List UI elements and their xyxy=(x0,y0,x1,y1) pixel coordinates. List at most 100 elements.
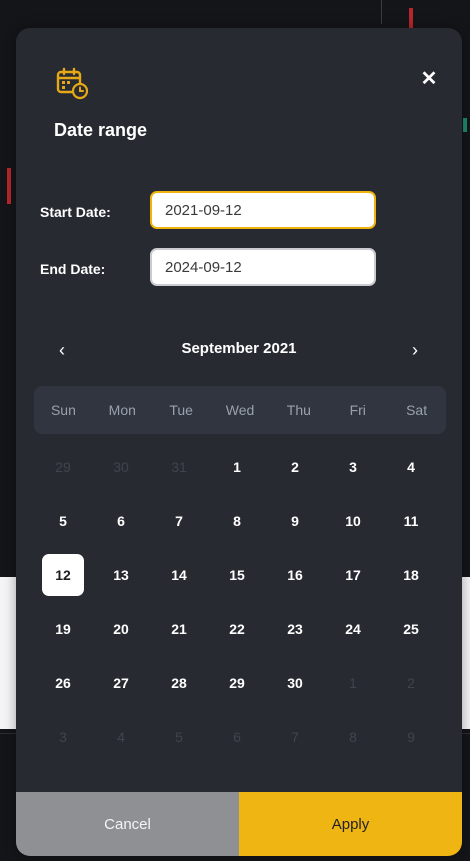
calendar-day[interactable]: 1 xyxy=(208,440,266,494)
calendar-day-outside-month[interactable]: 4 xyxy=(92,710,150,764)
calendar-day-outside-month[interactable]: 2 xyxy=(382,656,440,710)
calendar-day-outside-month[interactable]: 29 xyxy=(34,440,92,494)
calendar-day-number: 18 xyxy=(403,567,419,583)
dialog-title: Date range xyxy=(54,120,148,140)
start-date-input[interactable] xyxy=(150,191,376,229)
calendar-day-number: 9 xyxy=(291,513,299,529)
calendar-day-number: 6 xyxy=(117,513,125,529)
calendar-day-outside-month[interactable]: 3 xyxy=(34,710,92,764)
calendar-day-number: 20 xyxy=(113,621,129,637)
calendar-day-number: 17 xyxy=(345,567,361,583)
calendar-day-number: 21 xyxy=(171,621,187,637)
calendar-day[interactable]: 5 xyxy=(34,494,92,548)
calendar-day[interactable]: 16 xyxy=(266,548,324,602)
close-icon[interactable]: ✕ xyxy=(416,66,442,92)
calendar-day-outside-month[interactable]: 8 xyxy=(324,710,382,764)
background-candle xyxy=(409,8,413,30)
calendar-day[interactable]: 15 xyxy=(208,548,266,602)
weekday-label: Thu xyxy=(286,402,311,418)
calendar-day-number: 6 xyxy=(233,729,241,745)
calendar-day[interactable]: 27 xyxy=(92,656,150,710)
calendar-day[interactable]: 25 xyxy=(382,602,440,656)
weekday-label: Sat xyxy=(406,402,428,418)
calendar-day-number: 26 xyxy=(55,675,71,691)
calendar-day[interactable]: 28 xyxy=(150,656,208,710)
calendar-day-number: 4 xyxy=(407,459,415,475)
weekday-label: Wed xyxy=(225,402,255,418)
calendar-day-number: 14 xyxy=(171,567,187,583)
weekday-header: Sun Mon Tue Wed Thu Fri Sat xyxy=(34,386,446,434)
calendar-day[interactable]: 2 xyxy=(266,440,324,494)
calendar-day[interactable]: 26 xyxy=(34,656,92,710)
calendar-day-number: 3 xyxy=(349,459,357,475)
weekday-label: Tue xyxy=(169,402,193,418)
calendar-day[interactable]: 22 xyxy=(208,602,266,656)
calendar-day-outside-month[interactable]: 6 xyxy=(208,710,266,764)
calendar-day-outside-month[interactable]: 5 xyxy=(150,710,208,764)
calendar-day-number: 12 xyxy=(42,554,84,596)
calendar-day-number: 31 xyxy=(171,459,187,475)
calendar-day[interactable]: 20 xyxy=(92,602,150,656)
calendar-day[interactable]: 18 xyxy=(382,548,440,602)
calendar-day[interactable]: 23 xyxy=(266,602,324,656)
calendar-day-selected[interactable]: 12 xyxy=(34,548,92,602)
next-month-button[interactable]: › xyxy=(403,338,427,362)
calendar-day-number: 5 xyxy=(175,729,183,745)
calendar-day-number: 25 xyxy=(403,621,419,637)
calendar-week-row: 12 13 14 15 16 17 18 xyxy=(34,548,454,602)
calendar-day-number: 29 xyxy=(229,675,245,691)
calendar-day[interactable]: 14 xyxy=(150,548,208,602)
calendar-day[interactable]: 19 xyxy=(34,602,92,656)
calendar-day-number: 23 xyxy=(287,621,303,637)
calendar-day-number: 16 xyxy=(287,567,303,583)
calendar-day[interactable]: 10 xyxy=(324,494,382,548)
calendar-day-number: 22 xyxy=(229,621,245,637)
calendar-day[interactable]: 6 xyxy=(92,494,150,548)
calendar-day[interactable]: 21 xyxy=(150,602,208,656)
calendar-day[interactable]: 29 xyxy=(208,656,266,710)
end-date-label: End Date: xyxy=(40,261,106,277)
calendar-day-outside-month[interactable]: 9 xyxy=(382,710,440,764)
start-date-label: Start Date: xyxy=(40,204,111,220)
calendar-day-outside-month[interactable]: 31 xyxy=(150,440,208,494)
calendar-day-number: 30 xyxy=(113,459,129,475)
calendar-day-number: 13 xyxy=(113,567,129,583)
calendar-day[interactable]: 30 xyxy=(266,656,324,710)
calendar-day[interactable]: 13 xyxy=(92,548,150,602)
background-wick xyxy=(381,0,382,24)
calendar-week-row: 19 20 21 22 23 24 25 xyxy=(34,602,454,656)
calendar-day[interactable]: 4 xyxy=(382,440,440,494)
calendar-day-number: 19 xyxy=(55,621,71,637)
weekday-label: Sun xyxy=(50,402,76,418)
calendar-clock-icon xyxy=(55,66,89,100)
end-date-input[interactable] xyxy=(150,248,376,286)
calendar-day-number: 10 xyxy=(345,513,361,529)
calendar-week-row: 29 30 31 1 2 3 4 xyxy=(34,440,454,494)
calendar-day[interactable]: 11 xyxy=(382,494,440,548)
calendar-day[interactable]: 8 xyxy=(208,494,266,548)
apply-button[interactable]: Apply xyxy=(239,792,462,856)
weekday-label: Fri xyxy=(349,402,366,418)
calendar-day-number: 1 xyxy=(233,459,241,475)
calendar-day-number: 28 xyxy=(171,675,187,691)
calendar-day-number: 9 xyxy=(407,729,415,745)
calendar-day-number: 2 xyxy=(291,459,299,475)
date-range-dialog: ✕ Date range Start Date: End Date: ‹ Sep… xyxy=(16,28,462,856)
calendar-day[interactable]: 17 xyxy=(324,548,382,602)
month-title: September 2021 xyxy=(181,340,297,357)
calendar-day[interactable]: 24 xyxy=(324,602,382,656)
weekday-label: Mon xyxy=(108,402,136,418)
calendar-day-number: 27 xyxy=(113,675,129,691)
calendar-day-outside-month[interactable]: 30 xyxy=(92,440,150,494)
calendar-week-row: 5 6 7 8 9 10 11 xyxy=(34,494,454,548)
calendar-day[interactable]: 3 xyxy=(324,440,382,494)
calendar-day-number: 3 xyxy=(59,729,67,745)
calendar-day[interactable]: 9 xyxy=(266,494,324,548)
calendar-grid: 29 30 31 1 2 3 4 5 6 7 8 9 10 11 12 13 14 15 16 17 18 19 20 21 2… xyxy=(34,440,454,764)
calendar-day-number: 11 xyxy=(403,513,419,529)
calendar-day[interactable]: 7 xyxy=(150,494,208,548)
calendar-day-outside-month[interactable]: 1 xyxy=(324,656,382,710)
calendar-day-number: 7 xyxy=(175,513,183,529)
cancel-button[interactable]: Cancel xyxy=(16,792,239,856)
calendar-day-outside-month[interactable]: 7 xyxy=(266,710,324,764)
